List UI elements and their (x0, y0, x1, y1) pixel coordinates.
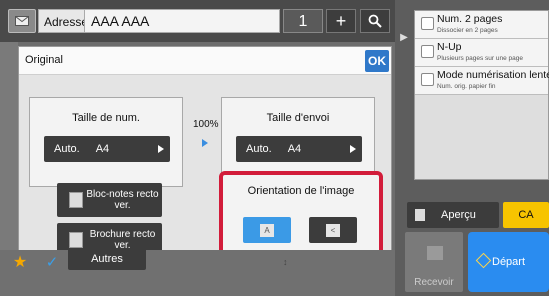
start-label: Départ (492, 256, 526, 268)
send-size-button[interactable]: Auto. A4 (236, 136, 362, 162)
search-address-button[interactable] (360, 9, 390, 33)
receive-button[interactable]: Recevoir (405, 232, 463, 292)
scan-size-group: Taille de num. Auto. A4 (29, 97, 183, 187)
arrow-right-icon (202, 139, 208, 147)
arrow-right-icon (350, 145, 356, 153)
checkbox[interactable] (421, 45, 434, 58)
notepad-binding-button[interactable]: Bloc-notes recto ver. (57, 183, 162, 217)
option-subtitle: Num. orig. papier fin (437, 83, 496, 90)
ratio-text: 100% (193, 119, 219, 130)
favorite-star-icon[interactable]: ★ (4, 252, 36, 272)
booklet-icon (69, 232, 83, 248)
landscape-orientation-icon: < (326, 223, 340, 237)
start-button[interactable]: Départ (468, 232, 549, 292)
ok-button[interactable]: OK (365, 50, 389, 72)
send-size-title: Taille d'envoi (266, 112, 330, 124)
send-size-mode: Auto. (246, 143, 272, 155)
address-book-button[interactable] (8, 9, 36, 33)
scan-size-title: Taille de num. (72, 112, 140, 124)
destination-count: 1 (283, 9, 323, 33)
option-slow-scan-mode[interactable]: Mode numérisation lente Num. orig. papie… (415, 67, 549, 95)
panel-header: Original OK (19, 47, 391, 75)
send-size-value: A4 (287, 143, 302, 155)
original-settings-panel: Original OK Taille de num. Auto. A4 100%… (18, 46, 392, 266)
add-destination-button[interactable]: + (326, 9, 356, 33)
resize-handle-icon[interactable]: ↕ (283, 257, 288, 267)
option-title: Num. 2 pages (437, 13, 503, 25)
image-orientation-group: Orientation de l'image A < (219, 171, 383, 261)
search-icon (368, 14, 382, 28)
arrow-right-icon (158, 145, 164, 153)
option-title: Mode numérisation lente (437, 69, 549, 81)
preview-button[interactable]: Aperçu (407, 202, 499, 228)
preview-label: Aperçu (441, 209, 476, 221)
option-subtitle: Dissocier en 2 pages (437, 27, 498, 34)
panel-title: Original (25, 54, 63, 66)
others-button[interactable]: Autres (68, 248, 146, 270)
quick-options-list: Num. 2 pages Dissocier en 2 pages N-Up P… (414, 10, 549, 180)
scan-size-mode: Auto. (54, 143, 80, 155)
scan-size-button[interactable]: Auto. A4 (44, 136, 170, 162)
notepad-icon (69, 192, 83, 208)
scan-size-value: A4 (95, 143, 110, 155)
checkbox[interactable] (421, 73, 434, 86)
option-subtitle: Plusieurs pages sur une page (437, 55, 524, 62)
image-orientation-title: Orientation de l'image (247, 185, 355, 197)
option-two-page-scan[interactable]: Num. 2 pages Dissocier en 2 pages (415, 11, 548, 39)
preview-icon (415, 209, 425, 221)
clear-all-button[interactable]: CA (503, 202, 549, 228)
receive-label: Recevoir (414, 277, 454, 288)
option-title: N-Up (437, 41, 462, 53)
envelope-icon (15, 16, 29, 26)
portrait-orientation-icon: A (260, 223, 274, 237)
start-diamond-icon (475, 252, 492, 269)
address-bar: Adresse AAA AAA 1 + (0, 0, 395, 42)
orientation-portrait-button[interactable]: A (243, 217, 291, 243)
receive-icon (427, 246, 443, 260)
option-n-up[interactable]: N-Up Plusieurs pages sur une page (415, 39, 548, 67)
check-icon[interactable]: ✓ (38, 252, 66, 272)
address-input[interactable]: AAA AAA (84, 9, 280, 33)
checkbox[interactable] (421, 17, 434, 30)
left-scroll-strip (0, 42, 18, 257)
notepad-binding-label: Bloc-notes recto ver. (86, 189, 159, 211)
orientation-landscape-button[interactable]: < (309, 217, 357, 243)
collapse-panel-icon[interactable]: ▶ (397, 28, 411, 48)
